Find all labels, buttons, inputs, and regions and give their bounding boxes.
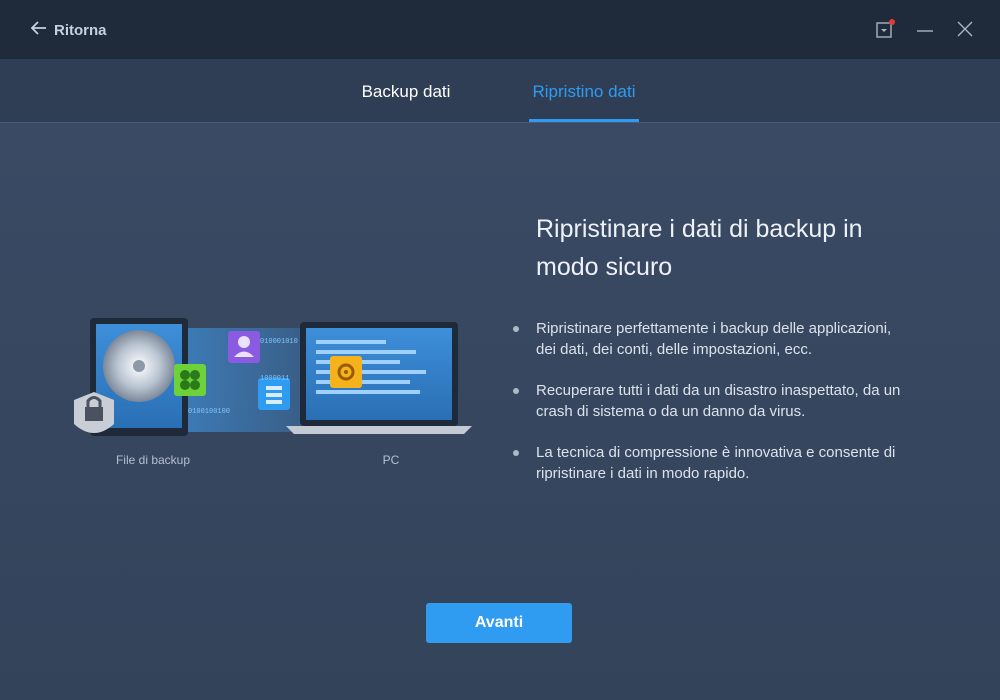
next-button[interactable]: Avanti bbox=[426, 603, 572, 643]
bullet-icon bbox=[513, 326, 519, 332]
laptop-icon bbox=[286, 322, 472, 434]
list-item: Recuperare tutti i dati da un disastro i… bbox=[512, 380, 902, 422]
notification-icon[interactable] bbox=[874, 18, 896, 40]
arrow-left-icon bbox=[30, 19, 48, 41]
lock-icon bbox=[74, 392, 114, 433]
title-bar: Ritorna bbox=[0, 0, 1000, 59]
list-item: Ripristinare perfettamente i backup dell… bbox=[512, 318, 902, 360]
minimize-icon[interactable] bbox=[914, 18, 936, 40]
back-label: Ritorna bbox=[54, 21, 107, 39]
back-button[interactable]: Ritorna bbox=[30, 18, 107, 42]
settings-icon bbox=[330, 356, 362, 388]
page-title: Ripristinare i dati di backup in modo si… bbox=[536, 215, 863, 281]
bullet-icon bbox=[513, 450, 519, 456]
tab-backup-dati[interactable]: Backup dati bbox=[360, 59, 452, 122]
app-icon bbox=[174, 364, 206, 396]
restore-illustration: 010001010 1000011 0100100100 bbox=[74, 318, 472, 436]
tab-label: Ripristino dati bbox=[532, 82, 636, 101]
binary-text: 0100100100 bbox=[188, 408, 230, 416]
tab-bar: Backup dati Ripristino dati bbox=[0, 59, 1000, 123]
tab-label: Backup dati bbox=[361, 82, 451, 101]
close-icon[interactable] bbox=[954, 18, 976, 40]
list-item: La tecnica di compressione è innovativa … bbox=[512, 442, 902, 484]
list-item-text: La tecnica di compressione è innovativa … bbox=[536, 444, 896, 482]
binary-text: 010001010 bbox=[260, 338, 298, 346]
feature-list: Ripristinare perfettamente i backup dell… bbox=[512, 318, 902, 504]
contact-icon bbox=[228, 331, 260, 363]
binary-text: 1000011 bbox=[260, 375, 289, 383]
list-item-text: Ripristinare perfettamente i backup dell… bbox=[536, 320, 892, 358]
bullet-icon bbox=[513, 388, 519, 394]
tab-ripristino-dati[interactable]: Ripristino dati bbox=[529, 59, 639, 122]
list-item-text: Recuperare tutti i dati da un disastro i… bbox=[536, 382, 901, 420]
target-label: PC bbox=[382, 453, 400, 467]
source-label: File di backup bbox=[115, 453, 191, 467]
